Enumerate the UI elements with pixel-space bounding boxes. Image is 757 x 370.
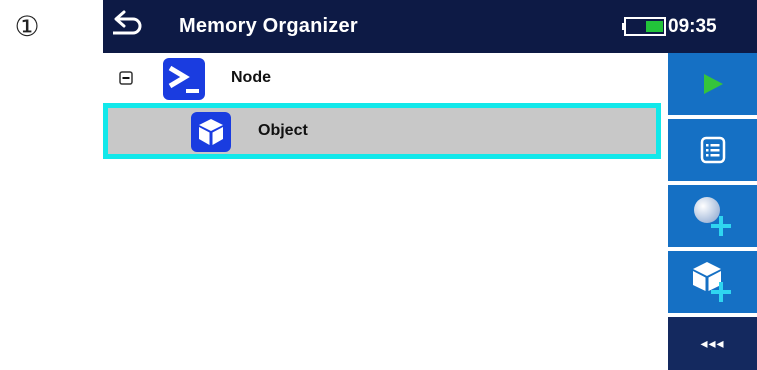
more-options-button[interactable]: ◂◂◂ — [668, 317, 757, 370]
step-marker: ① — [14, 10, 40, 43]
memory-tree: Node Object — [103, 53, 661, 370]
add-object-icon — [692, 262, 731, 302]
node-label: Node — [231, 69, 271, 86]
instrument-screen: Memory Organizer 09:35 Node Object ◂◂◂ — [103, 0, 757, 370]
clock: 09:35 — [668, 16, 717, 37]
start-test-button[interactable] — [668, 53, 757, 115]
play-icon — [703, 74, 723, 94]
collapse-icon[interactable] — [119, 71, 133, 85]
side-toolbar: ◂◂◂ — [668, 53, 757, 370]
battery-icon — [622, 17, 666, 36]
page-title: Memory Organizer — [179, 15, 358, 37]
back-arrow-icon[interactable] — [111, 6, 151, 46]
title-bar: Memory Organizer 09:35 — [103, 0, 757, 53]
tree-object-row[interactable]: Object — [103, 103, 661, 159]
tree-node-row[interactable]: Node — [103, 53, 661, 103]
add-measurement-icon — [693, 197, 731, 236]
object-cube-icon — [191, 112, 231, 152]
object-label: Object — [258, 122, 308, 139]
add-measurement-button[interactable] — [668, 185, 757, 247]
view-details-button[interactable] — [668, 119, 757, 181]
list-icon — [700, 136, 725, 164]
add-object-button[interactable] — [668, 251, 757, 313]
terminal-node-icon — [163, 58, 205, 100]
